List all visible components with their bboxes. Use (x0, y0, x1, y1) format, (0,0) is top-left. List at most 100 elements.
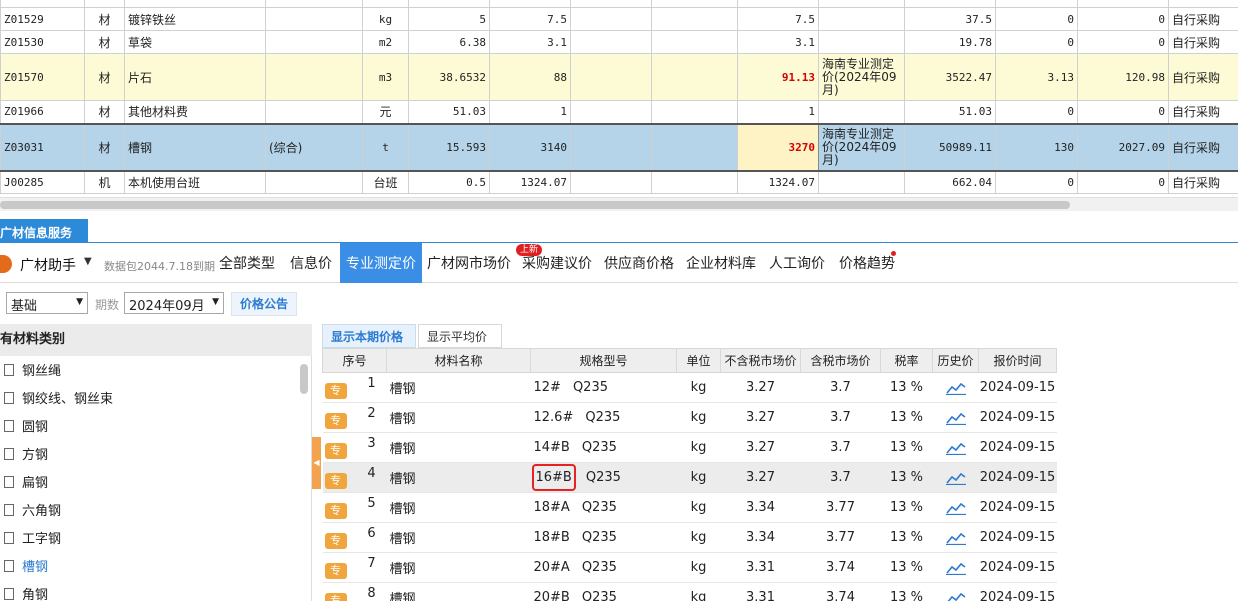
category-item[interactable]: 钢丝绳 (4, 358, 61, 386)
category-item[interactable]: 角钢 (4, 582, 48, 601)
ex-tax-price-cell[interactable]: 3.31 (720, 552, 801, 583)
table-row[interactable]: Z01570 材 片石 m3 38.6532 88 91.13 海南专业测定价(… (0, 53, 1238, 101)
nav-manual-inquiry[interactable]: 人工询价 (763, 243, 831, 283)
category-item[interactable]: 扁钢 (4, 470, 48, 498)
nav-price-trend[interactable]: 价格趋势 (833, 243, 901, 283)
in-tax-price-cell[interactable]: 3.74 (800, 552, 881, 583)
amount-cell: 37.5 (904, 7, 996, 31)
category-select[interactable]: 基础 ▼ (6, 292, 88, 314)
in-tax-price-cell[interactable]: 3.7 (800, 372, 881, 403)
unit-cell: kg (362, 7, 409, 31)
horizontal-scrollbar[interactable] (0, 197, 1238, 211)
ex-tax-price-cell[interactable]: 3.34 (720, 492, 801, 523)
category-label: 槽钢 (22, 560, 49, 575)
spec-cell: 12.6# Q235 (530, 402, 677, 433)
category-item-active[interactable]: 槽钢 (4, 554, 48, 582)
table-row[interactable]: Z01530 材 草袋 m2 6.38 3.1 3.1 19.78 0 0 自行… (0, 30, 1238, 54)
category-item[interactable]: 钢绞线、钢丝束 (4, 386, 113, 414)
brand-name[interactable]: 广材助手 (20, 255, 76, 275)
empty-cell (570, 170, 652, 194)
table-row[interactable]: Z01966 材 其他材料费 元 51.03 1 1 51.03 0 0 自行采… (0, 100, 1238, 124)
nav-professional-price[interactable]: 专业测定价 (340, 243, 422, 283)
ex-tax-price-cell[interactable]: 3.27 (720, 402, 801, 433)
table-row[interactable]: 专 1 槽钢 12# Q235 kg 3.27 3.7 13 % 2024-09-15 (322, 372, 1057, 403)
in-tax-price-cell[interactable]: 3.7 (800, 462, 881, 493)
professional-badge: 专 (324, 593, 347, 601)
in-tax-price-cell[interactable]: 3.77 (800, 492, 881, 523)
col-header[interactable]: 材料名称 (386, 348, 531, 373)
col-header[interactable]: 历史价 (932, 348, 979, 373)
table-row[interactable] (0, 0, 1238, 8)
table-row[interactable]: 专 8 槽钢 20#B Q235 kg 3.31 3.74 13 % 2024-09-15 (322, 582, 1057, 601)
nav-all-types[interactable]: 全部类型 (213, 243, 281, 283)
unit-cell: kg (676, 462, 721, 493)
table-row[interactable]: 专 6 槽钢 18#B Q235 kg 3.34 3.77 13 % 2024-09-15 (322, 522, 1057, 553)
in-tax-price-cell[interactable]: 3.7 (800, 432, 881, 463)
code-cell: Z01530 (0, 30, 85, 54)
market-price-cell[interactable]: 91.13 (737, 53, 819, 101)
trend-chart-icon[interactable] (945, 560, 966, 575)
trend-chart-icon[interactable] (945, 440, 966, 455)
document-icon (4, 364, 14, 376)
nav-info-price[interactable]: 信息价 (284, 243, 338, 283)
category-item[interactable]: 工字钢 (4, 526, 61, 554)
unit-cell: m3 (362, 53, 409, 101)
col-header[interactable]: 税率 (880, 348, 933, 373)
trend-chart-icon[interactable] (946, 590, 966, 601)
tax-rate-cell: 13 % (880, 432, 933, 463)
market-price-cell[interactable]: 1324.07 (737, 170, 819, 194)
scrollbar-thumb[interactable] (0, 201, 1070, 209)
service-tab[interactable]: 广材信息服务 (0, 219, 88, 243)
table-row[interactable]: 专 5 槽钢 18#A Q235 kg 3.34 3.77 13 % 2024-09-15 (322, 492, 1057, 523)
in-tax-price-cell[interactable]: 3.74 (800, 582, 881, 601)
ex-tax-price-cell[interactable]: 3.27 (720, 432, 801, 463)
nav-supplier-price[interactable]: 供应商价格 (598, 243, 680, 283)
category-item[interactable]: 圆钢 (4, 414, 48, 442)
tab-average-price[interactable]: 显示平均价 (418, 324, 502, 348)
market-price-cell[interactable]: 3270 (737, 122, 819, 172)
unit-cell: kg (676, 492, 721, 523)
ex-tax-price-cell[interactable]: 3.27 (720, 372, 801, 403)
category-item[interactable]: 方钢 (4, 442, 48, 470)
table-row[interactable]: 专 2 槽钢 12.6# Q235 kg 3.27 3.7 13 % 2024-09-15 (322, 402, 1057, 433)
market-price-cell[interactable]: 3.1 (737, 30, 819, 54)
table-row[interactable]: 专 3 槽钢 14#B Q235 kg 3.27 3.7 13 % 2024-09-15 (322, 432, 1057, 463)
table-row[interactable]: 专 4 槽钢 16#B Q235 kg 3.27 3.7 13 % 2024-09-15 (322, 462, 1057, 493)
vertical-scrollbar-thumb[interactable] (300, 364, 308, 394)
category-item[interactable]: 六角钢 (4, 498, 61, 526)
nav-enterprise-library[interactable]: 企业材料库 (680, 243, 762, 283)
col-header[interactable]: 不含税市场价 (720, 348, 801, 373)
row-number: 4 (367, 466, 376, 481)
in-tax-price-cell[interactable]: 3.77 (800, 522, 881, 553)
col-header[interactable]: 规格型号 (530, 348, 677, 373)
table-row[interactable]: 专 7 槽钢 20#A Q235 kg 3.31 3.74 13 % 2024-09-15 (322, 552, 1057, 583)
qty-cell: 5 (408, 7, 490, 31)
row-number-cell: 专3 (322, 432, 387, 463)
table-row[interactable]: Z01529 材 镀锌铁丝 kg 5 7.5 7.5 37.5 0 0 自行采购 (0, 7, 1238, 31)
trend-chart-icon[interactable] (945, 380, 966, 395)
collapse-panel-handle[interactable]: ◀ (312, 437, 321, 489)
nav-market-price[interactable]: 广材网市场价 (421, 243, 517, 283)
col-header[interactable]: 单位 (676, 348, 721, 373)
period-select[interactable]: 2024年09月 ▼ (124, 292, 224, 314)
tab-current-price[interactable]: 显示本期价格 (322, 324, 416, 348)
trend-chart-icon[interactable] (945, 530, 966, 545)
ex-tax-price-cell[interactable]: 3.27 (720, 462, 801, 493)
trend-chart-icon[interactable] (945, 410, 966, 425)
trend-chart-icon[interactable] (945, 470, 966, 485)
market-price-cell[interactable]: 7.5 (737, 7, 819, 31)
qty-cell: 51.03 (408, 100, 490, 124)
col-header[interactable]: 序号 (322, 348, 387, 373)
col-header[interactable]: 报价时间 (978, 348, 1057, 373)
selected-table-row[interactable]: Z03031 材 槽钢 (综合) t 15.593 3140 3270 海南专业… (0, 122, 1238, 172)
col-header[interactable]: 含税市场价 (800, 348, 881, 373)
table-row[interactable]: J00285 机 本机使用台班 台班 0.5 1324.07 1324.07 6… (0, 170, 1238, 194)
chevron-down-icon[interactable]: ▼ (84, 256, 92, 267)
price-notice-button[interactable]: 价格公告 (231, 292, 298, 316)
market-price-cell[interactable]: 1 (737, 100, 819, 124)
ex-tax-price-cell[interactable]: 3.34 (720, 522, 801, 553)
ex-tax-price-cell[interactable]: 3.31 (720, 582, 801, 601)
in-tax-price-cell[interactable]: 3.7 (800, 402, 881, 433)
supply-cell: 自行采购 (1168, 122, 1238, 172)
trend-chart-icon[interactable] (945, 500, 966, 515)
